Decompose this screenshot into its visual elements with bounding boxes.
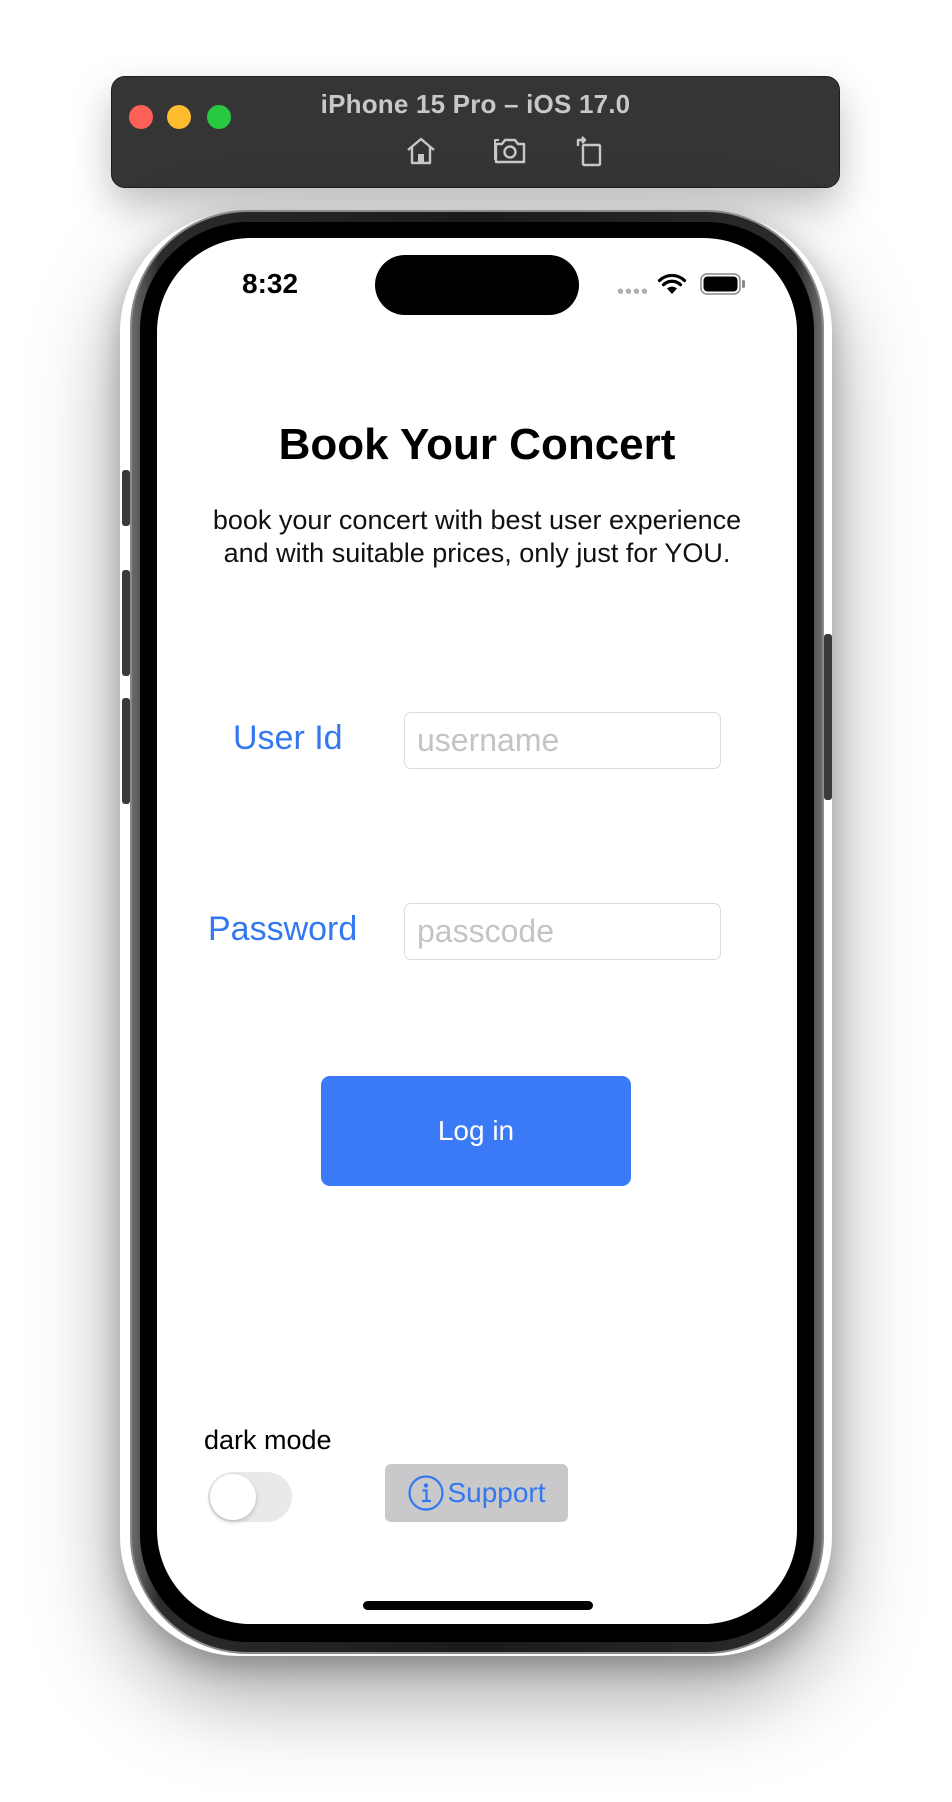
home-icon[interactable] xyxy=(403,133,439,169)
wifi-icon xyxy=(657,273,687,294)
page-title: Book Your Concert xyxy=(278,420,676,469)
status-time: 8:32 xyxy=(242,268,299,299)
rotate-icon[interactable] xyxy=(572,133,608,169)
toggle-knob xyxy=(210,1474,256,1520)
action-button xyxy=(122,470,130,526)
volume-up-button xyxy=(122,570,130,676)
simulator-title: iPhone 15 Pro – iOS 17.0 xyxy=(320,89,631,119)
phone-screen: 8:32 •••• Book Your Concert book your co… xyxy=(157,238,797,1624)
login-button[interactable]: Log in xyxy=(321,1076,631,1186)
password-input[interactable] xyxy=(404,903,721,960)
password-label: Password xyxy=(208,910,358,948)
dark-mode-label: dark mode xyxy=(204,1425,332,1455)
dark-mode-toggle[interactable] xyxy=(208,1472,292,1522)
support-button[interactable]: Support xyxy=(385,1464,568,1522)
cellular-signal-icon: •••• xyxy=(617,281,650,303)
dynamic-island xyxy=(375,255,579,315)
simulator-titlebar: iPhone 15 Pro – iOS 17.0 xyxy=(111,76,840,188)
support-label: Support xyxy=(447,1477,546,1508)
power-button xyxy=(824,634,832,800)
username-input[interactable] xyxy=(404,712,721,769)
screenshot-icon[interactable] xyxy=(492,133,528,169)
battery-icon xyxy=(700,273,745,295)
info-icon xyxy=(408,1475,445,1511)
home-indicator[interactable] xyxy=(363,1601,593,1610)
volume-down-button xyxy=(122,698,130,804)
user-id-label: User Id xyxy=(233,719,343,757)
page-subtitle: book your concert with best user experie… xyxy=(212,505,742,568)
